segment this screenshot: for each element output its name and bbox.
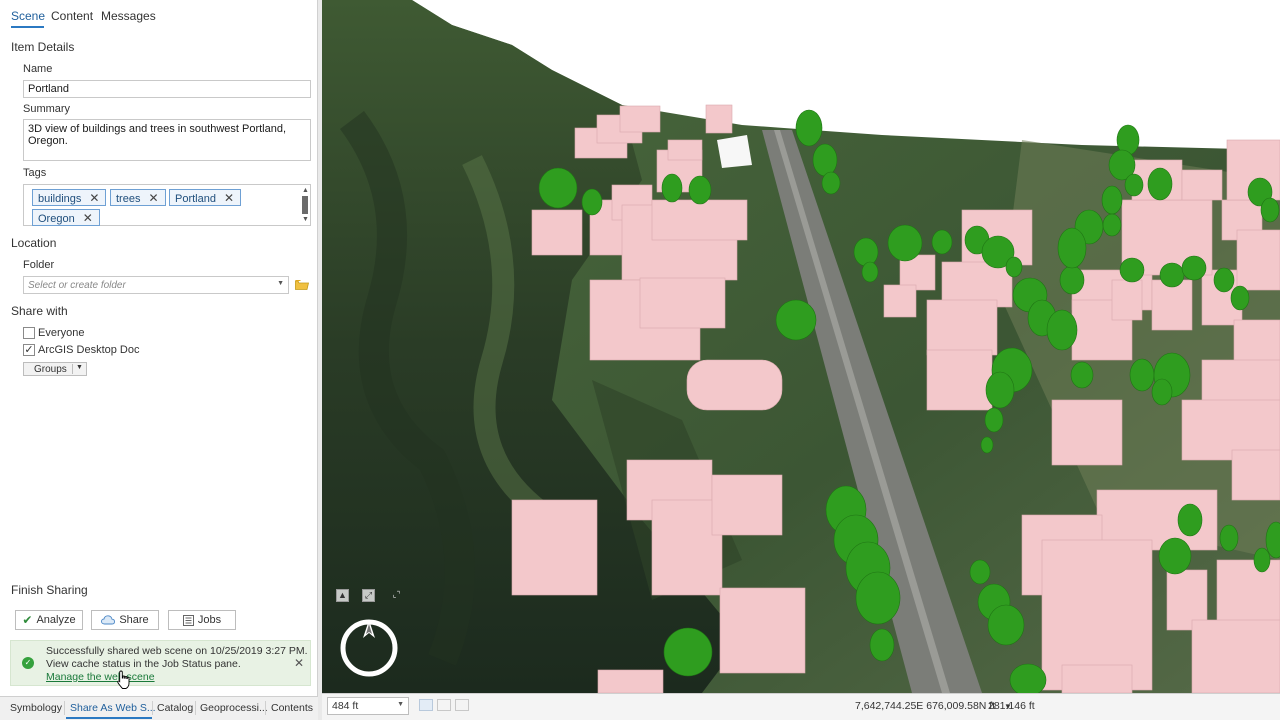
scroll-up-icon[interactable]: ▲ [302,187,309,194]
divider [195,701,196,715]
jobs-icon [182,614,194,626]
close-icon[interactable]: ✕ [294,656,304,670]
chevron-down-icon: ▼ [397,701,404,708]
hand-cursor-icon [117,670,130,689]
status-bar: 484 ft ▼ 7,642,744.25E 676,009.58N ft ▼ … [322,693,1280,720]
everyone-checkbox[interactable] [23,327,35,339]
scene-view[interactable] [322,0,1280,693]
tag-label: buildings [38,193,82,205]
everyone-label: Everyone [38,327,85,339]
tab-messages[interactable]: Messages [101,9,156,23]
success-icon: ✓ [22,657,34,669]
share-with-heading: Share with [11,304,68,318]
tag-buildings: buildings ✕ [32,189,107,206]
arcgis-desktop-doc-checkbox[interactable]: ✓ [23,344,35,356]
pane-tabs: Scene Content Messages [0,0,318,32]
cloud-icon [101,615,116,625]
tab-geoprocessing[interactable]: Geoprocessi... [200,702,268,714]
active-tab-indicator [66,717,152,719]
folder-placeholder: Select or create folder [28,280,126,291]
scale-select[interactable]: 484 ft ▼ [327,697,409,715]
tag-label: trees [116,193,141,205]
chevron-down-icon: ▼ [76,364,83,371]
table-icon[interactable] [455,699,469,711]
zoom-extent-icon[interactable]: ⤢ [362,589,375,602]
divider [72,364,73,374]
scroll-thumb[interactable] [302,196,308,214]
snapping-icon[interactable] [419,699,433,711]
white-roof [717,135,752,168]
name-label: Name [23,63,53,75]
tag-portland: Portland ✕ [169,189,242,206]
active-tab-indicator [11,26,44,28]
compass-icon[interactable] [339,618,399,678]
divider [265,701,266,715]
tag-label: Oregon [38,213,75,225]
folder-icon[interactable] [295,279,309,290]
tab-contents[interactable]: Contents [271,702,313,714]
remove-tag-icon[interactable]: ✕ [83,211,93,225]
elevation-readout: 281.146 ft [988,700,1035,712]
check-icon: ✔ [22,613,33,627]
tag-trees: trees ✕ [110,189,166,206]
arcgis-desktop-doc-label: ArcGIS Desktop Doc [38,344,140,356]
3d-scene-map[interactable] [322,0,1280,693]
tags-scrollbar[interactable]: ▲ ▼ [302,187,309,224]
analyze-label: Analyze [36,614,76,626]
remove-tag-icon[interactable]: ✕ [224,191,234,205]
share-web-scene-pane: Scene Content Messages Item Details Name… [0,0,318,696]
tag-oregon: Oregon ✕ [32,209,100,226]
item-details-heading: Item Details [11,40,75,54]
success-notification: ✓ Successfully shared web scene on 10/25… [10,640,311,686]
divider [64,701,65,715]
remove-tag-icon[interactable]: ✕ [89,191,99,205]
tab-share-as-web-scene[interactable]: Share As Web S... [70,702,156,714]
chevron-down-icon: ▼ [277,280,284,287]
summary-label: Summary [23,103,71,115]
jobs-button[interactable]: Jobs [168,610,236,630]
fullscreen-icon[interactable]: ⌞⌝ [391,589,402,600]
folder-label: Folder [23,259,55,271]
share-button[interactable]: Share [91,610,159,630]
navigator-controls: ▲ ⤢ ⌞⌝ [336,589,406,603]
notification-detail: View cache status in the Job Status pane… [46,658,241,670]
tags-label: Tags [23,167,47,179]
tab-content[interactable]: Content [51,9,93,23]
analyze-button[interactable]: ✔ Analyze [15,610,83,630]
scroll-down-icon[interactable]: ▼ [302,216,309,223]
tags-input[interactable]: buildings ✕ trees ✕ Portland ✕ Oregon ✕ ▲ ▼ [23,184,311,226]
share-label: Share [119,614,149,626]
summary-textarea[interactable]: 3D view of buildings and trees in southw… [23,119,311,161]
grid-icon[interactable] [437,699,451,711]
location-heading: Location [11,236,57,250]
manage-web-scene-link[interactable]: Manage the web scene [46,671,155,683]
remove-tag-icon[interactable]: ✕ [148,191,158,205]
scale-value: 484 ft [332,700,359,712]
folder-select[interactable]: Select or create folder ▼ [23,276,289,294]
groups-label: Groups [34,364,67,375]
finish-sharing-heading: Finish Sharing [11,583,88,597]
groups-dropdown-button[interactable]: Groups ▼ [23,362,87,376]
dock-tab-bar: Symbology Share As Web S... Catalog Geop… [0,696,318,720]
notification-message: Successfully shared web scene on 10/25/2… [46,645,308,657]
coordinates-value: 7,642,744.25E 676,009.58N ft [855,700,996,712]
tag-label: Portland [175,193,216,205]
check-icon: ✓ [24,344,34,356]
tab-catalog[interactable]: Catalog [157,702,193,714]
divider [152,701,153,715]
name-input[interactable]: Portland [23,80,311,98]
jobs-label: Jobs [197,614,222,626]
tab-scene[interactable]: Scene [11,9,45,23]
tab-symbology[interactable]: Symbology [10,702,62,714]
collapse-icon[interactable]: ▲ [336,589,349,602]
